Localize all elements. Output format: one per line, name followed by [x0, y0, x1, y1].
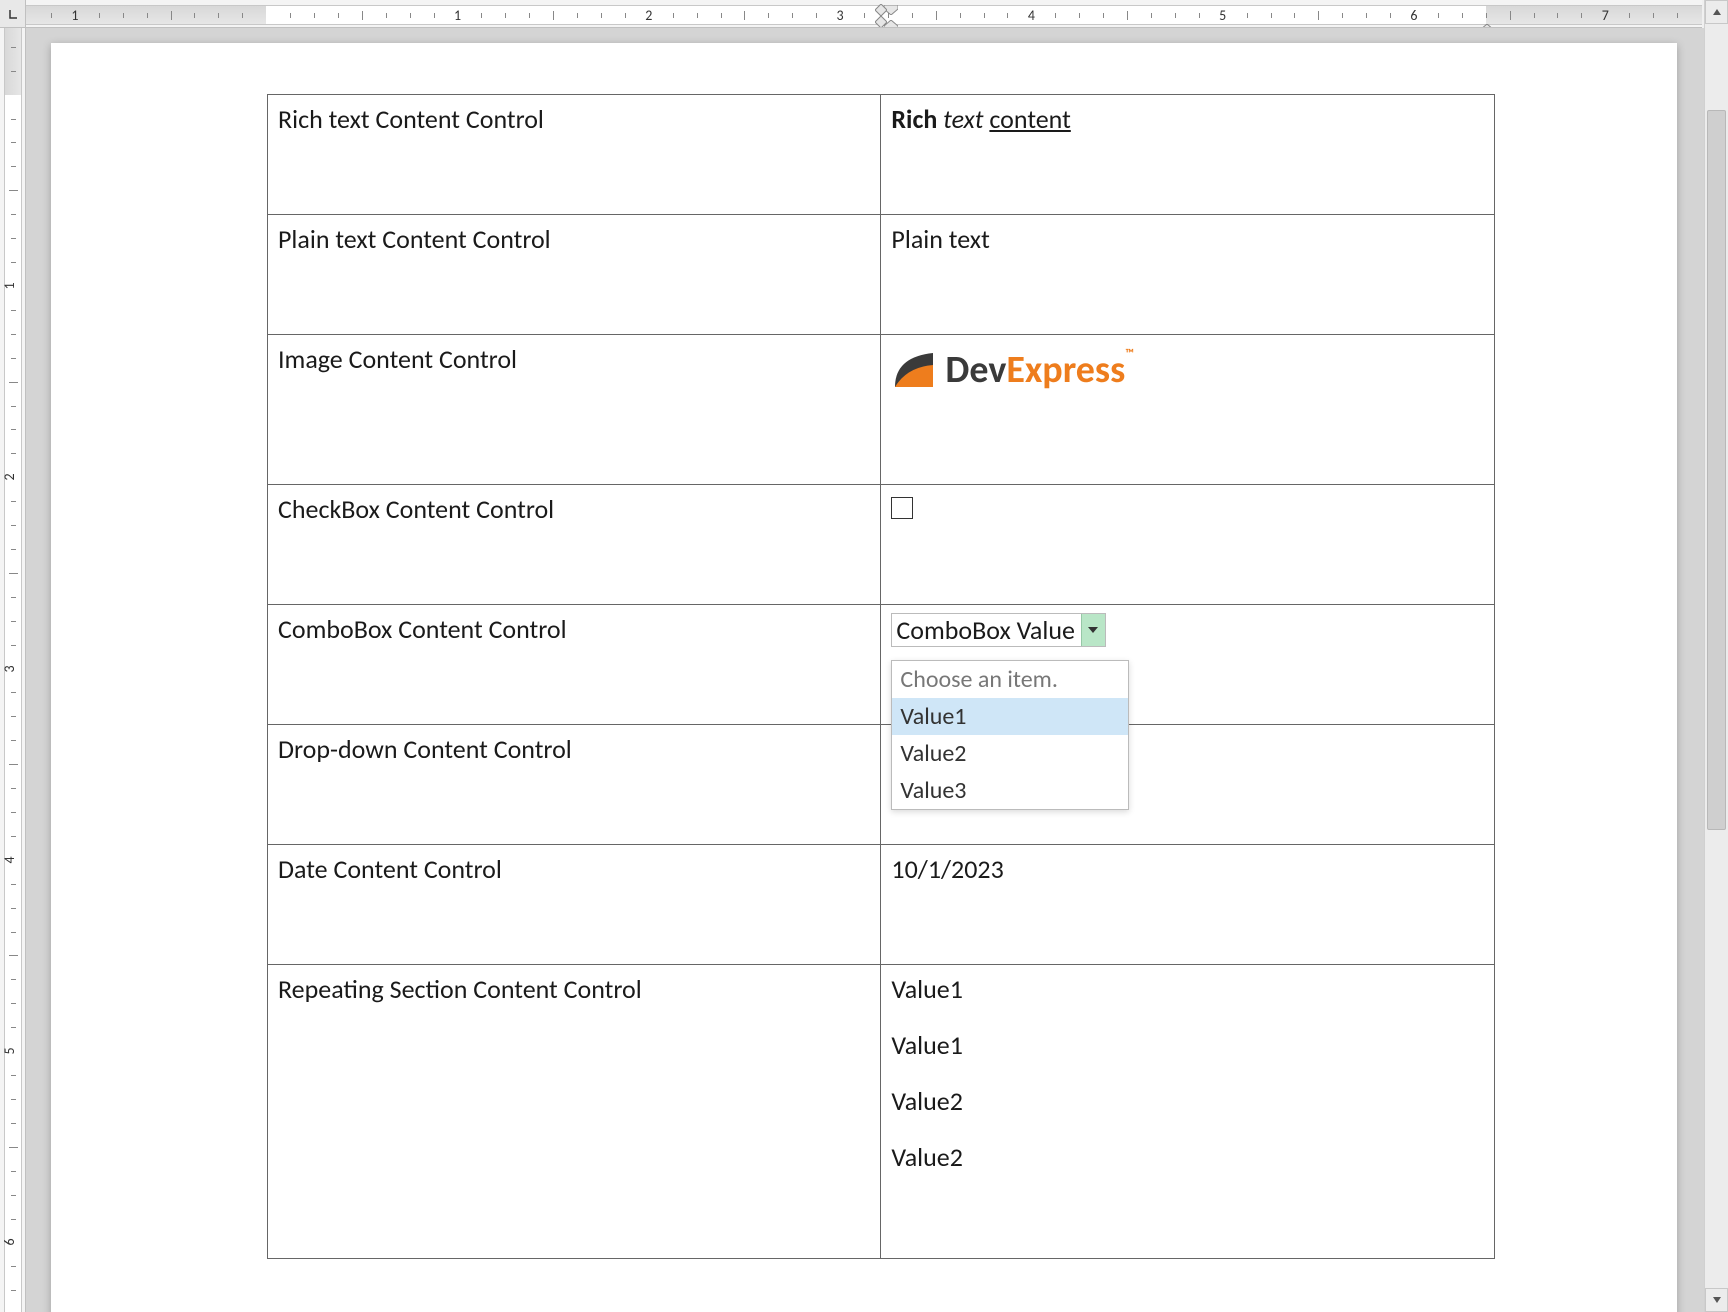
dropdown-row-label[interactable]: Drop-down Content Control [268, 725, 881, 845]
checkbox-row-label[interactable]: CheckBox Content Control [268, 485, 881, 605]
chevron-down-icon [1088, 627, 1098, 633]
image-content-control[interactable]: DevExpress™ [881, 335, 1495, 485]
document-viewport[interactable]: Rich text Content Control Rich text cont… [26, 28, 1704, 1312]
combobox-selected-value[interactable]: ComboBox Value [896, 614, 1081, 646]
repeating-item-value[interactable]: Value1 [891, 973, 1484, 1005]
combobox-item[interactable]: Value1 [892, 698, 1128, 735]
right-indent-marker[interactable] [1480, 20, 1494, 28]
richtext-row-label[interactable]: Rich text Content Control [268, 95, 881, 215]
document-page[interactable]: Rich text Content Control Rich text cont… [51, 43, 1677, 1312]
repeating-row-label[interactable]: Repeating Section Content Control [268, 965, 881, 1259]
plaintext-content-control[interactable]: Plain text [881, 215, 1495, 335]
richtext-content-control[interactable]: Rich text content [881, 95, 1495, 215]
checkbox-unchecked-icon[interactable] [891, 497, 913, 519]
combobox-content-control[interactable]: ComboBox Value Choose an item.Value1Valu… [891, 613, 1106, 647]
logo-text-express: Express [1006, 347, 1125, 393]
vertical-scrollbar[interactable] [1704, 0, 1728, 1312]
combobox-item[interactable]: Value3 [892, 772, 1128, 809]
vertical-ruler[interactable]: 123456 [0, 28, 26, 1312]
repeating-item-value[interactable]: Value2 [891, 1141, 1484, 1173]
image-row-label[interactable]: Image Content Control [268, 335, 881, 485]
devexpress-logo-mark-icon [891, 347, 937, 393]
scrollbar-thumb[interactable] [1707, 110, 1726, 830]
richtext-underline-part: content [989, 103, 1070, 135]
repeating-item-value[interactable]: Value2 [891, 1085, 1484, 1117]
richtext-italic-part: text [943, 103, 989, 135]
devexpress-logo: DevExpress™ [891, 347, 1133, 393]
ruler-column-marker[interactable] [875, 4, 887, 28]
repeating-content-control[interactable]: Value1 Value1 Value2 Value2 [881, 965, 1495, 1259]
logo-tm: ™ [1125, 347, 1134, 361]
checkbox-content-control[interactable] [881, 485, 1495, 605]
combobox-item[interactable]: Value2 [892, 735, 1128, 772]
content-controls-table: Rich text Content Control Rich text cont… [267, 94, 1495, 1259]
plaintext-row-label[interactable]: Plain text Content Control [268, 215, 881, 335]
combobox-dropdown-button[interactable] [1081, 614, 1105, 646]
combobox-item-placeholder[interactable]: Choose an item. [892, 661, 1128, 698]
horizontal-ruler[interactable]: 11234567 [26, 0, 1702, 28]
scroll-up-button[interactable] [1705, 0, 1728, 24]
combobox-row-label[interactable]: ComboBox Content Control [268, 605, 881, 725]
scroll-down-button[interactable] [1705, 1288, 1728, 1312]
date-content-control[interactable]: 10/1/2023 [881, 845, 1495, 965]
combobox-content-control-cell[interactable]: ComboBox Value Choose an item.Value1Valu… [881, 605, 1495, 725]
logo-text-dev: Dev [945, 347, 1006, 393]
repeating-item-value[interactable]: Value1 [891, 1029, 1484, 1061]
ruler-corner-tabstop-selector[interactable] [0, 0, 26, 28]
date-row-label[interactable]: Date Content Control [268, 845, 881, 965]
combobox-dropdown-list[interactable]: Choose an item.Value1Value2Value3 [891, 660, 1129, 810]
richtext-bold-part: Rich [891, 103, 943, 135]
